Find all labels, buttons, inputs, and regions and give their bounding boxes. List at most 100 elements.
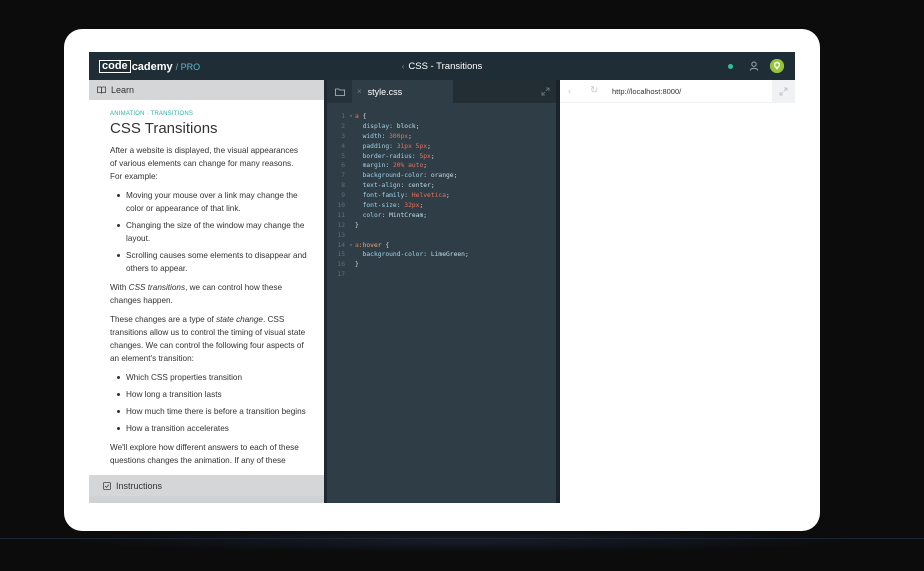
code-token: color — [355, 211, 382, 219]
lesson-content[interactable]: ANIMATION · TRANSITIONS CSS Transitions … — [89, 100, 324, 475]
file-browser-button[interactable] — [327, 80, 352, 103]
code-line[interactable]: 13 — [327, 231, 556, 241]
code-token: orange — [430, 172, 454, 180]
code-token: :hover — [358, 241, 382, 249]
fold-icon[interactable]: ▾ — [347, 112, 355, 122]
lesson-heading: CSS Transitions — [110, 120, 218, 137]
code-token: ; — [423, 162, 428, 170]
fold-icon — [347, 270, 355, 280]
line-number: 2 — [341, 122, 345, 130]
code-editor[interactable]: × style.css 1 ▾ a {2 display: block; 3 widt… — [327, 80, 556, 503]
code-token: 5px — [419, 152, 431, 160]
tab-style-css[interactable]: × style.css — [352, 80, 453, 103]
code-line[interactable]: 3 width: 300px; — [327, 132, 556, 142]
browser-viewport[interactable] — [560, 103, 795, 503]
code-area[interactable]: 1 ▾ a {2 display: block; 3 width: 300px; 4 p… — [327, 112, 556, 280]
floor-line — [0, 538, 924, 539]
avatar-icon[interactable] — [770, 59, 784, 73]
list-item: Changing the size of the window may chan… — [110, 219, 307, 245]
code-token: ; — [427, 142, 431, 150]
code-token: { — [358, 113, 367, 120]
line-number: 5 — [341, 152, 345, 160]
fold-icon — [347, 201, 355, 211]
code-token: : — [400, 182, 409, 190]
code-token: MintCream — [389, 211, 424, 219]
instructions-tab[interactable]: Instructions — [89, 475, 324, 496]
back-icon[interactable]: ‹ — [568, 86, 571, 96]
list-item: How a transition accelerates — [110, 422, 307, 435]
close-icon[interactable]: × — [357, 87, 362, 96]
folder-icon — [334, 88, 345, 96]
code-token: 31px 5px — [396, 142, 428, 150]
floor-glow — [60, 530, 864, 552]
code-token: : — [381, 132, 390, 140]
code-line[interactable]: 8 text-align: center; — [327, 181, 556, 191]
line-number: 15 — [337, 251, 345, 259]
code-token: ; — [415, 122, 420, 130]
code-line[interactable]: 14 ▾ a:hover { — [327, 241, 556, 251]
code-token: : — [396, 202, 405, 210]
code-line[interactable]: 17 — [327, 270, 556, 280]
learn-panel: Learn ANIMATION · TRANSITIONS CSS Transi… — [89, 80, 324, 503]
list-item: How long a transition lasts — [110, 388, 307, 401]
person-icon[interactable] — [749, 61, 759, 71]
fold-icon — [347, 181, 355, 191]
code-token: 20% auto — [392, 162, 424, 170]
code-token: center — [408, 182, 431, 190]
chevron-left-icon: ‹ — [401, 62, 405, 71]
code-line[interactable]: 2 display: block; — [327, 122, 556, 132]
expand-browser-button[interactable] — [772, 80, 795, 103]
list-item: Which CSS properties transition — [110, 371, 307, 384]
code-token: ; — [430, 152, 435, 160]
code-line[interactable]: 6 margin: 20% auto; — [327, 161, 556, 171]
lesson-title[interactable]: ‹ CSS - Transitions — [89, 61, 795, 72]
list-item: Moving your mouse over a link may change… — [110, 189, 307, 215]
code-token: font-family — [355, 192, 405, 200]
learn-tab[interactable]: Learn — [89, 80, 324, 100]
code-line[interactable]: 9 font-family: Helvetica; — [327, 191, 556, 201]
line-number: 3 — [341, 132, 345, 140]
tab-label: style.css — [367, 86, 403, 97]
aspects-list: Which CSS properties transition How long… — [110, 371, 307, 435]
code-line[interactable]: 1 ▾ a { — [327, 112, 556, 122]
code-token: } — [355, 261, 359, 269]
fold-icon — [347, 221, 355, 231]
code-token: : — [423, 172, 431, 180]
line-number: 6 — [341, 162, 345, 170]
code-token: ; — [453, 172, 458, 180]
code-line[interactable]: 10 font-size: 32px; — [327, 201, 556, 211]
fold-icon[interactable]: ▾ — [347, 241, 355, 251]
code-line[interactable]: 11 color: MintCream; — [327, 211, 556, 221]
code-line[interactable]: 4 padding: 31px 5px; — [327, 142, 556, 152]
code-line[interactable]: 15 background-color: LimeGreen; — [327, 250, 556, 260]
code-token: : — [389, 142, 397, 150]
code-token: margin — [355, 162, 386, 170]
panel-footer — [89, 496, 324, 503]
line-number: 7 — [341, 172, 345, 180]
code-token: Helvetica — [411, 192, 447, 200]
code-token: font-size — [355, 202, 397, 210]
code-line[interactable]: 16} — [327, 260, 556, 270]
line-number: 4 — [341, 142, 345, 150]
list-item: Scrolling causes some elements to disapp… — [110, 249, 307, 275]
intro-paragraph: After a website is displayed, the visual… — [110, 146, 298, 181]
code-token: : — [404, 192, 412, 200]
line-number: 9 — [341, 192, 345, 200]
fold-icon — [347, 191, 355, 201]
expand-icon — [779, 87, 788, 96]
code-line[interactable]: 7 background-color: orange; — [327, 171, 556, 181]
reload-icon[interactable]: ↻ — [590, 85, 598, 96]
fold-icon — [347, 142, 355, 152]
emphasis-text: state change — [216, 315, 263, 324]
transitions-paragraph: With CSS transitions, we can control how… — [110, 281, 307, 307]
fold-icon — [347, 122, 355, 132]
line-number: 13 — [337, 231, 345, 239]
code-token: ; — [408, 132, 412, 140]
url-field[interactable]: http://localhost:8000/ — [612, 87, 681, 96]
expand-icon[interactable] — [541, 87, 550, 96]
code-token: width — [355, 132, 382, 140]
code-token: background-color — [355, 172, 424, 180]
code-line[interactable]: 12} — [327, 221, 556, 231]
code-token: 300px — [389, 132, 409, 140]
code-line[interactable]: 5 border-radius: 5px; — [327, 152, 556, 162]
